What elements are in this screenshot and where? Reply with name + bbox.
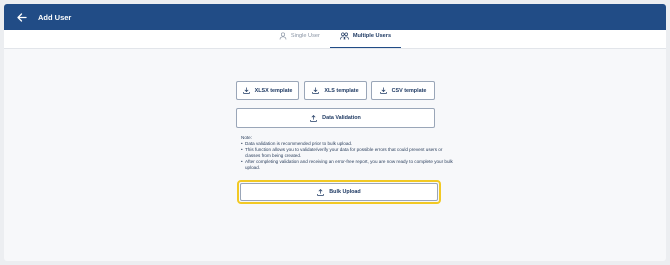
main-content: XLSX template XLS template CSV template … <box>4 50 666 261</box>
tab-bar: Single User Multiple Users <box>4 30 666 49</box>
note-list: Data validation is recommended prior to … <box>241 141 456 171</box>
tab-label: Multiple Users <box>352 32 392 39</box>
xls-template-button[interactable]: XLS template <box>304 81 367 100</box>
xlsx-template-button[interactable]: XLSX template <box>236 81 299 100</box>
back-button[interactable] <box>14 9 30 25</box>
app-frame: Add User Single User Multiple Users XLSX… <box>4 4 666 261</box>
tab-label: Single User <box>290 33 320 39</box>
tab-single-user[interactable]: Single User <box>269 29 330 48</box>
arrow-left-icon <box>17 12 27 22</box>
upload-icon <box>310 114 317 122</box>
download-icon <box>242 87 250 94</box>
list-item: After completing validation and receivin… <box>241 159 456 171</box>
download-icon <box>312 87 320 94</box>
tab-multiple-users[interactable]: Multiple Users <box>329 29 402 48</box>
button-label: Bulk Upload <box>329 189 361 195</box>
bulk-upload-highlight: Bulk Upload <box>237 180 441 204</box>
people-icon <box>339 32 349 40</box>
button-label: Data Validation <box>322 115 361 121</box>
button-label: XLS template <box>324 87 359 94</box>
page-title: Add User <box>38 12 72 22</box>
download-icon <box>379 87 387 94</box>
button-label: CSV template <box>391 87 427 94</box>
list-item: This function allows you to validate/ver… <box>241 147 456 159</box>
person-icon <box>279 32 287 40</box>
button-label: XLSX template <box>254 87 293 94</box>
bulk-upload-button[interactable]: Bulk Upload <box>240 183 438 201</box>
csv-template-button[interactable]: CSV template <box>371 81 435 100</box>
top-bar: Add User <box>4 4 666 30</box>
data-validation-button[interactable]: Data Validation <box>236 108 435 128</box>
note-block: Note: Data validation is recommended pri… <box>241 135 456 172</box>
upload-icon <box>317 188 325 196</box>
